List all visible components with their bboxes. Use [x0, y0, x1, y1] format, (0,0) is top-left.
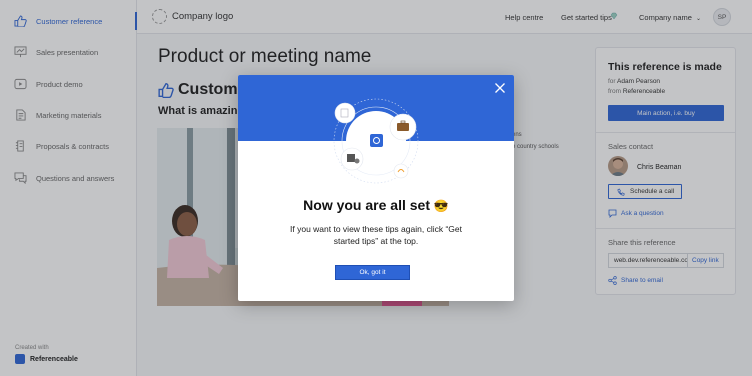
modal-body: If you want to view these tips again, cl… — [290, 224, 462, 246]
sunglasses-emoji-icon: 😎 — [433, 199, 449, 213]
tips-illustration — [333, 98, 419, 184]
modal-title: Now you are all set 😎 — [238, 197, 514, 213]
ok-got-it-button[interactable]: Ok, got it — [335, 265, 410, 280]
tips-modal: Now you are all set 😎 If you want to vie… — [238, 75, 514, 301]
modal-title-text: Now you are all set — [303, 197, 430, 213]
